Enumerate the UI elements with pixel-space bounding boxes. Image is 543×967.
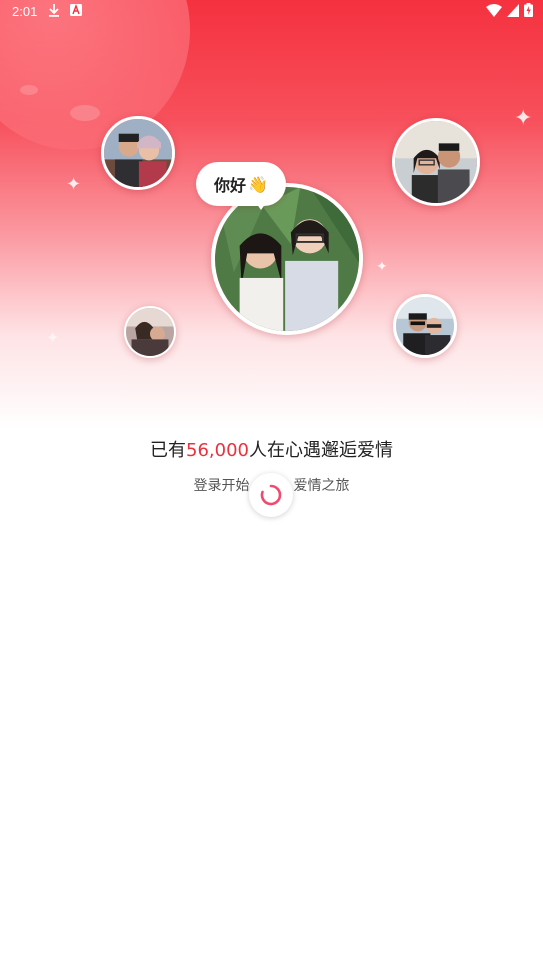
hero-banner: ✦ ✦ ✦ ✦ › 你好 👋 [0, 0, 543, 430]
headline-suffix: 人在心遇邂逅爱情 [248, 440, 393, 461]
headline-text: 已有56,000人在心遇邂逅爱情 [0, 436, 543, 462]
bubble-tail [254, 200, 268, 210]
couple-avatar-top-right[interactable] [392, 118, 480, 206]
wave-emoji: 👋 [248, 174, 268, 194]
couple-photo [104, 119, 172, 187]
sparkle-icon: ✦ [66, 174, 82, 195]
couple-photo [126, 308, 174, 356]
download-icon [49, 4, 59, 17]
couple-avatar-bottom-right[interactable] [393, 294, 457, 358]
wifi-icon [486, 3, 502, 17]
user-count: 56,000 [186, 440, 249, 461]
subline-right: 爱情之旅 [293, 478, 350, 494]
couple-photo [215, 187, 359, 331]
couple-avatar-bottom-left[interactable] [124, 306, 176, 358]
couple-photo [396, 297, 454, 355]
moon-crater [20, 85, 38, 95]
couple-photo [395, 121, 477, 203]
sparkle-icon: ✦ [514, 106, 533, 131]
subline-left: 登录开始 [193, 478, 250, 494]
sparkle-icon: ✦ [376, 259, 388, 275]
status-time: 2:01 [12, 4, 38, 19]
headline-prefix: 已有 [150, 440, 186, 461]
loading-spinner [249, 473, 293, 517]
sparkle-icon: › [462, 393, 467, 407]
sparkle-icon: ✦ [46, 328, 60, 347]
status-notifications [48, 3, 82, 17]
signal-icon [507, 3, 519, 17]
status-system-icons [486, 3, 533, 17]
greeting-text: 你好 [214, 176, 247, 195]
spinner-icon [260, 484, 282, 506]
battery-charging-icon [524, 3, 533, 17]
greeting-bubble: 你好 👋 [196, 162, 286, 206]
couple-avatar-top-left[interactable] [101, 116, 175, 190]
moon-crater [70, 105, 100, 121]
status-bar: 2:01 [0, 0, 543, 24]
a-box-icon [70, 4, 82, 16]
